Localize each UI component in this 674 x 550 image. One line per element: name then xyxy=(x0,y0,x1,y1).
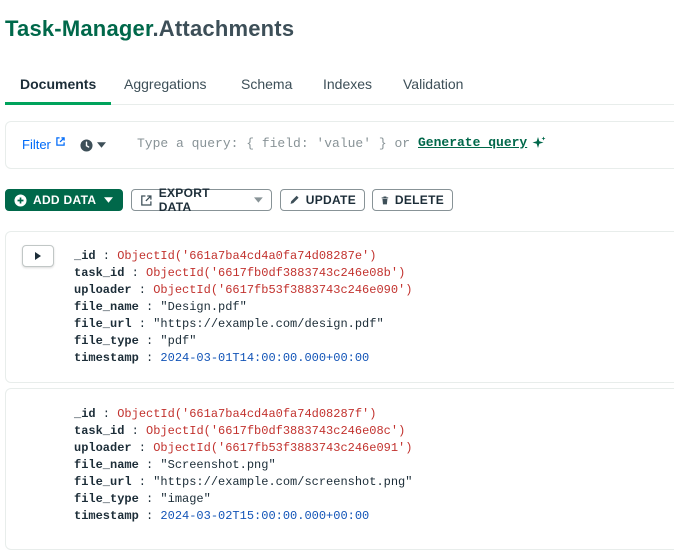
collection-name: .Attachments xyxy=(152,16,295,41)
caret-down-icon xyxy=(254,197,264,203)
caret-down-icon xyxy=(104,197,114,203)
field-row: file_url : "https://example.com/design.p… xyxy=(74,317,384,331)
field-key: timestamp xyxy=(74,509,139,523)
sparkle-icon xyxy=(532,136,546,148)
field-row: timestamp : 2024-03-02T15:00:00.000+00:0… xyxy=(74,509,370,523)
pencil-icon xyxy=(290,195,299,204)
filter-label: Filter xyxy=(22,137,51,152)
field-row: timestamp : 2024-03-01T14:00:00.000+00:0… xyxy=(74,351,370,365)
field-key: file_url xyxy=(74,317,132,331)
field-value[interactable]: "Screenshot.png" xyxy=(160,458,275,472)
delete-button[interactable]: DELETE xyxy=(372,189,453,211)
query-history-button[interactable] xyxy=(80,136,106,154)
field-value[interactable]: ObjectId('661a7ba4cd4a0fa74d08287f') xyxy=(117,407,376,421)
field-value[interactable]: "https://example.com/screenshot.png" xyxy=(153,475,412,489)
delete-label: DELETE xyxy=(394,193,444,207)
field-value[interactable]: "pdf" xyxy=(160,334,196,348)
field-key: uploader xyxy=(74,441,132,455)
field-value[interactable]: 2024-03-02T15:00:00.000+00:00 xyxy=(160,509,369,523)
field-row: task_id : ObjectId('6617fb0df3883743c246… xyxy=(74,266,406,280)
field-value[interactable]: 2024-03-01T14:00:00.000+00:00 xyxy=(160,351,369,365)
plus-circle-icon xyxy=(14,193,27,207)
database-name[interactable]: Task-Manager xyxy=(5,16,153,41)
document-card[interactable]: _id : ObjectId('661a7ba4cd4a0fa74d08287f… xyxy=(5,388,674,550)
field-row: file_name : "Screenshot.png" xyxy=(74,458,276,472)
field-value[interactable]: "https://example.com/design.pdf" xyxy=(153,317,383,331)
tab-schema[interactable]: Schema xyxy=(241,70,292,102)
tab-validation[interactable]: Validation xyxy=(403,70,463,102)
field-row: _id : ObjectId('661a7ba4cd4a0fa74d08287f… xyxy=(74,407,377,421)
field-key: timestamp xyxy=(74,351,139,365)
field-key: task_id xyxy=(74,266,125,280)
external-link-icon xyxy=(55,137,65,146)
field-key: uploader xyxy=(74,283,132,297)
field-key: _id xyxy=(74,249,96,263)
update-button[interactable]: UPDATE xyxy=(280,189,365,211)
tab-documents[interactable]: Documents xyxy=(5,70,112,105)
add-data-button[interactable]: ADD DATA xyxy=(5,189,123,211)
document-card[interactable]: _id : ObjectId('661a7ba4cd4a0fa74d08287e… xyxy=(5,231,674,383)
generate-query-link[interactable]: Generate query xyxy=(418,135,527,150)
field-value[interactable]: ObjectId('661a7ba4cd4a0fa74d08287e') xyxy=(117,249,376,263)
tab-aggregations[interactable]: Aggregations xyxy=(124,70,207,102)
field-row: uploader : ObjectId('6617fb53f3883743c24… xyxy=(74,283,413,297)
filter-link[interactable]: Filter xyxy=(22,137,65,152)
field-key: file_type xyxy=(74,334,139,348)
document-fields: _id : ObjectId('661a7ba4cd4a0fa74d08287e… xyxy=(74,248,412,367)
caret-down-icon xyxy=(97,142,106,148)
query-input[interactable]: Type a query: { field: 'value' } or xyxy=(137,136,410,151)
export-icon xyxy=(141,194,152,206)
trash-icon xyxy=(381,195,389,204)
field-key: file_url xyxy=(74,475,132,489)
tab-indexes[interactable]: Indexes xyxy=(323,70,372,102)
field-value[interactable]: ObjectId('6617fb53f3883743c246e090') xyxy=(153,283,412,297)
field-row: file_name : "Design.pdf" xyxy=(74,300,247,314)
collection-title: Task-Manager.Attachments xyxy=(5,16,294,42)
update-label: UPDATE xyxy=(305,193,356,207)
export-data-label: EXPORT DATA xyxy=(158,186,210,214)
field-key: file_name xyxy=(74,300,139,314)
field-value[interactable]: "Design.pdf" xyxy=(160,300,246,314)
clock-icon xyxy=(80,138,93,152)
field-row: task_id : ObjectId('6617fb0df3883743c246… xyxy=(74,424,406,438)
export-data-button[interactable]: EXPORT DATA xyxy=(131,186,272,214)
field-value[interactable]: ObjectId('6617fb0df3883743c246e08c') xyxy=(146,424,405,438)
tab-bar: Documents Aggregations Schema Indexes Va… xyxy=(5,70,674,105)
field-value[interactable]: ObjectId('6617fb0df3883743c246e08b') xyxy=(146,266,405,280)
expand-document-button[interactable] xyxy=(22,245,54,267)
document-fields: _id : ObjectId('661a7ba4cd4a0fa74d08287f… xyxy=(74,406,412,525)
field-row: file_type : "pdf" xyxy=(74,334,197,348)
field-key: _id xyxy=(74,407,96,421)
field-value[interactable]: ObjectId('6617fb53f3883743c246e091') xyxy=(153,441,412,455)
expand-arrow-icon xyxy=(35,252,41,260)
field-key: task_id xyxy=(74,424,125,438)
field-key: file_name xyxy=(74,458,139,472)
field-value[interactable]: "image" xyxy=(160,492,210,506)
add-data-label: ADD DATA xyxy=(33,193,97,207)
field-row: _id : ObjectId('661a7ba4cd4a0fa74d08287e… xyxy=(74,249,377,263)
query-bar: Filter Type a query: { field: 'value' } … xyxy=(5,121,674,169)
field-row: uploader : ObjectId('6617fb53f3883743c24… xyxy=(74,441,413,455)
field-row: file_type : "image" xyxy=(74,492,211,506)
field-row: file_url : "https://example.com/screensh… xyxy=(74,475,413,489)
field-key: file_type xyxy=(74,492,139,506)
